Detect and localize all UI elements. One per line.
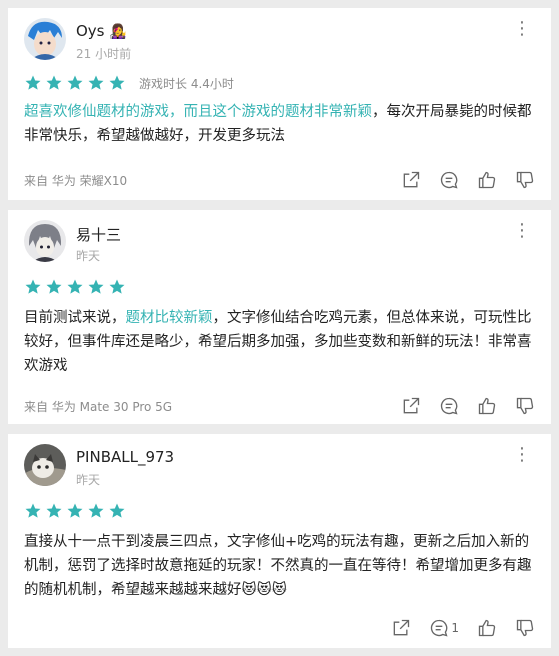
star-icon	[46, 75, 62, 90]
avatar[interactable]	[24, 444, 66, 486]
star-icon	[109, 503, 125, 518]
post-time: 昨天	[76, 249, 101, 263]
like-icon[interactable]	[477, 618, 497, 638]
rating-stars	[24, 278, 535, 296]
dislike-icon[interactable]	[515, 170, 535, 190]
share-icon[interactable]	[391, 618, 411, 638]
star-icon	[25, 75, 41, 90]
comment-icon[interactable]	[439, 396, 459, 416]
username[interactable]: 易十三	[76, 224, 121, 245]
more-options-icon[interactable]: ⋮	[513, 446, 531, 464]
star-icon	[25, 279, 41, 294]
star-icon	[67, 75, 83, 90]
post-time: 昨天	[76, 473, 101, 487]
more-options-icon[interactable]: ⋮	[513, 222, 531, 240]
play-time: 游戏时长 4.4小时	[139, 76, 234, 91]
avatar[interactable]	[24, 18, 66, 60]
comment-count: 1	[451, 621, 459, 635]
review-card: Oys 👩‍🎤 21 小时前 ⋮ 游戏时长 4.4小时 超喜欢修仙题材的游戏，而…	[8, 8, 551, 200]
share-icon[interactable]	[401, 170, 421, 190]
like-icon[interactable]	[477, 396, 497, 416]
avatar[interactable]	[24, 220, 66, 262]
star-icon	[109, 279, 125, 294]
username[interactable]: PINBALL_973	[76, 448, 174, 466]
emoji-badge-icon: 👩‍🎤	[109, 24, 127, 40]
comment-icon[interactable]	[439, 170, 459, 190]
username[interactable]: Oys 👩‍🎤	[76, 22, 127, 40]
dislike-icon[interactable]	[515, 618, 535, 638]
review-card: 易十三 昨天 ⋮ 目前测试来说，题材比较新颖，文字修仙结合吃鸡元素，但总体来说，…	[8, 210, 551, 424]
review-card: PINBALL_973 昨天 ⋮ 直接从十一点干到凌晨三四点，文字修仙+吃鸡的玩…	[8, 434, 551, 648]
star-icon	[67, 279, 83, 294]
comment-icon[interactable]: 1	[429, 618, 459, 638]
dislike-icon[interactable]	[515, 396, 535, 416]
review-text: 目前测试来说，题材比较新颖，文字修仙结合吃鸡元素，但总体来说，可玩性比较好，但事…	[24, 310, 532, 374]
device-info: 来自 华为 荣耀X10	[24, 173, 128, 188]
star-icon	[88, 279, 104, 294]
like-icon[interactable]	[477, 170, 497, 190]
star-icon	[67, 503, 83, 518]
star-icon	[46, 503, 62, 518]
review-text: 超喜欢修仙题材的游戏，而且这个游戏的题材非常新颖，每次开局暴毙的时候都非常快乐，…	[24, 104, 532, 144]
star-icon	[46, 279, 62, 294]
more-options-icon[interactable]: ⋮	[513, 20, 531, 38]
star-icon	[109, 75, 125, 90]
review-text: 直接从十一点干到凌晨三四点，文字修仙+吃鸡的玩法有趣，更新之后加入新的机制，惩罚…	[24, 534, 532, 598]
post-time: 21 小时前	[76, 47, 132, 61]
share-icon[interactable]	[401, 396, 421, 416]
device-info: 来自 华为 Mate 30 Pro 5G	[24, 399, 173, 414]
star-icon	[25, 503, 41, 518]
star-icon	[88, 503, 104, 518]
rating-stars: 游戏时长 4.4小时	[24, 74, 535, 92]
star-icon	[88, 75, 104, 90]
rating-stars	[24, 502, 535, 520]
